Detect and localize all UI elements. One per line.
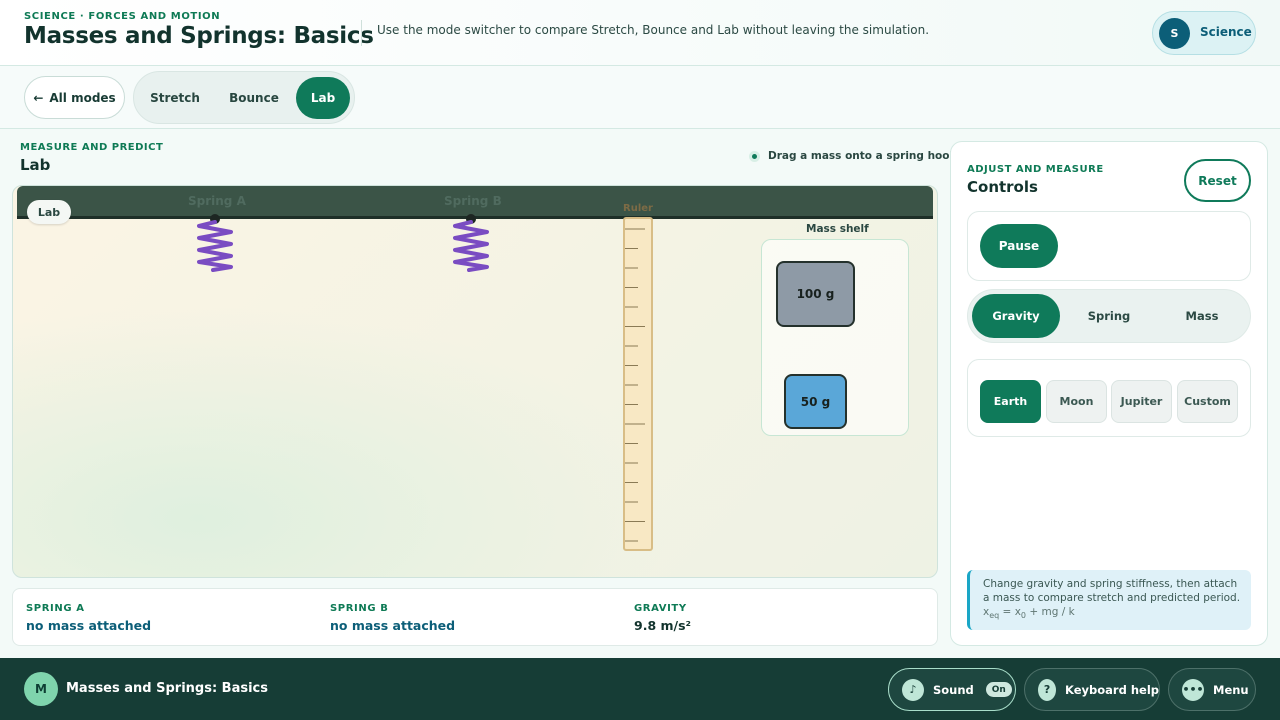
info-note-text: Change gravity and spring stiffness, the… [983, 578, 1241, 604]
control-tabs: Gravity Spring Mass [967, 289, 1251, 343]
keyboard-help-label: Keyboard help [1065, 682, 1159, 697]
ruler[interactable] [623, 217, 653, 551]
status-bar: SPRING A no mass attached SPRING B no ma… [12, 588, 938, 646]
header-subtitle: Use the mode switcher to compare Stretch… [377, 23, 930, 37]
reset-button[interactable]: Reset [1184, 159, 1251, 202]
spring-b[interactable] [449, 212, 493, 274]
stage-kicker: MEASURE AND PREDICT [20, 142, 164, 153]
app-footer: M Masses and Springs: Basics ♪ Sound On … [0, 658, 1280, 720]
more-dots-icon: ••• [1182, 678, 1204, 701]
gravity-status-label: GRAVITY [634, 603, 687, 614]
sound-toggle[interactable]: ♪ Sound On [888, 668, 1016, 711]
menu-label: Menu [1213, 682, 1249, 697]
pause-button[interactable]: Pause [980, 224, 1058, 268]
spring-b-status-label: SPRING B [330, 603, 389, 614]
mass-100g[interactable]: 100 g [776, 261, 855, 327]
account-label: Science [1200, 25, 1252, 39]
info-note: Change gravity and spring stiffness, the… [967, 570, 1251, 630]
music-note-icon: ♪ [902, 678, 924, 701]
app-header: SCIENCE · FORCES AND MOTION Masses and S… [0, 0, 1280, 66]
hint-dot-icon [749, 150, 760, 162]
menu-button[interactable]: ••• Menu [1168, 668, 1256, 711]
tab-mass[interactable]: Mass [1158, 294, 1246, 338]
gravity-jupiter-button[interactable]: Jupiter [1111, 380, 1172, 423]
controls-title: Controls [967, 178, 1038, 196]
footer-avatar: M [24, 672, 58, 706]
question-icon: ? [1038, 678, 1057, 701]
gravity-options-card: Earth Moon Jupiter Custom [967, 359, 1251, 437]
account-avatar: S [1159, 18, 1190, 49]
spring-a[interactable] [193, 212, 237, 274]
simulation-stage[interactable]: Lab Spring A Spring B Ruler Mass shelf 1… [12, 185, 938, 578]
tab-gravity[interactable]: Gravity [972, 294, 1060, 338]
gravity-status-value: 9.8 m/s² [634, 618, 692, 633]
mode-tab-stretch[interactable]: Stretch [140, 77, 210, 119]
ruler-ticks [625, 228, 645, 542]
gravity-earth-button[interactable]: Earth [980, 380, 1041, 423]
mode-bar: ← All modes Stretch Bounce Lab [0, 66, 1280, 129]
playback-card: Pause [967, 211, 1251, 281]
tab-spring[interactable]: Spring [1065, 294, 1153, 338]
mass-shelf: 100 g 50 g [761, 239, 909, 436]
sound-label: Sound [933, 682, 974, 697]
spring-b-status: SPRING B no mass attached [330, 603, 455, 633]
spring-a-status-label: SPRING A [26, 603, 85, 614]
ruler-label: Ruler [623, 203, 653, 214]
all-modes-label: All modes [49, 90, 116, 105]
controls-kicker: ADJUST AND MEASURE [967, 164, 1104, 175]
all-modes-button[interactable]: ← All modes [24, 76, 125, 119]
account-button[interactable]: S Science [1152, 11, 1256, 55]
gravity-moon-button[interactable]: Moon [1046, 380, 1107, 423]
header-divider [361, 20, 362, 46]
mode-tab-lab[interactable]: Lab [296, 77, 350, 119]
spring-a-label: Spring A [188, 194, 246, 208]
sound-state-badge: On [985, 682, 1012, 697]
footer-title: Masses and Springs: Basics [66, 681, 269, 696]
keyboard-help-button[interactable]: ? Keyboard help [1024, 668, 1160, 711]
equilibrium-formula: xeq = x0 + mg / k [983, 606, 1075, 621]
drag-hint: Drag a mass onto a spring hook. [749, 150, 960, 162]
lab-chip: Lab [27, 200, 71, 224]
mass-50g[interactable]: 50 g [784, 374, 847, 429]
stage-title: Lab [20, 156, 51, 174]
gravity-custom-button[interactable]: Custom [1177, 380, 1238, 423]
controls-panel: ADJUST AND MEASURE Controls Reset Pause … [950, 141, 1268, 646]
drag-hint-text: Drag a mass onto a spring hook. [768, 150, 961, 162]
mode-switcher: Stretch Bounce Lab [133, 71, 355, 124]
header-kicker: SCIENCE · FORCES AND MOTION [24, 11, 221, 22]
spring-b-label: Spring B [444, 194, 502, 208]
arrow-left-icon: ← [33, 90, 44, 105]
gravity-status: GRAVITY 9.8 m/s² [634, 603, 691, 633]
page-title: Masses and Springs: Basics [24, 23, 374, 49]
spring-a-status: SPRING A no mass attached [26, 603, 151, 633]
spring-b-status-value: no mass attached [330, 618, 456, 633]
spring-a-status-value: no mass attached [26, 618, 152, 633]
mass-shelf-label: Mass shelf [806, 223, 869, 235]
mode-tab-bounce[interactable]: Bounce [216, 77, 292, 119]
